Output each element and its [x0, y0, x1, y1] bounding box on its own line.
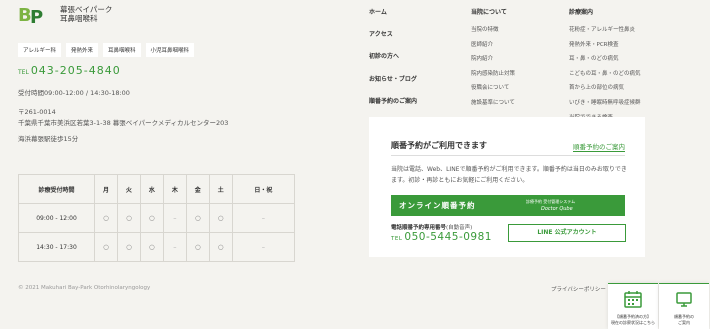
nav-medical-item[interactable]: こどもの耳・鼻・のどの病気 [569, 69, 641, 77]
schedule-header: 土 [208, 174, 233, 204]
nav-first-visit[interactable]: 初診の方へ [369, 51, 417, 60]
footer-nav-main: ホーム アクセス 初診の方へ お知らせ・ブログ 順番予約のご案内 [369, 7, 417, 118]
schedule-cell: – [162, 203, 187, 233]
reservation-description: 当院は電話、Web、LINEで順番予約がご利用できます。順番予約は当日のみお取り… [391, 166, 627, 184]
floating-label: 【順番予約済の方】 [615, 314, 651, 319]
schedule-cell: – [162, 232, 187, 262]
schedule-header: 診療受付時間 [18, 174, 95, 204]
reservation-guide-link[interactable]: 順番予約のご案内 [573, 141, 625, 152]
reservation-card: 順番予約がご利用できます 順番予約のご案内 当院は電話、Web、LINEで順番予… [369, 117, 645, 257]
copyright: © 2021 Makuhari Bay-Park Otorhinolaryngo… [18, 285, 151, 291]
schedule-cell: ○ [94, 203, 118, 233]
table-row: 14:30 - 17:30 ○ ○ ○ – ○ ○ – [18, 232, 296, 262]
schedule-cell: – [231, 232, 296, 262]
site-logo[interactable]: BP 幕張ベイパーク 耳鼻咽喉科 [18, 5, 112, 28]
logo-dept: 耳鼻咽喉科 [60, 14, 98, 23]
floating-label: 順番予約の [674, 314, 694, 319]
online-reservation-banner[interactable]: オンライン順番予約 診療予約 受付管理システム Doctor Qube [391, 195, 625, 216]
clinic-tel[interactable]: TEL 043-205-4840 [18, 64, 121, 77]
schedule-header: 金 [185, 174, 210, 204]
clinic-address: 〒261-0014 千葉県千葉市美浜区若葉3-1-38 幕張ベイパークメディカル… [18, 107, 228, 129]
nav-about-item[interactable]: 院内感染防止対策 [471, 69, 515, 77]
logo-mark: BP [18, 5, 44, 28]
nav-news[interactable]: お知らせ・ブログ [369, 74, 417, 83]
nav-about-item[interactable]: 当院の特徴 [471, 25, 515, 33]
floating-label: ご案内 [678, 320, 690, 326]
nav-about-item[interactable]: 施設基準について [471, 98, 515, 106]
postal-code: 〒261-0014 [18, 108, 56, 116]
footer-nav-about: 当院について 当院の特徴 医師紹介 院内紹介 院内感染防止対策 役職会について … [471, 7, 515, 113]
schedule-cell: – [231, 203, 296, 233]
schedule-time: 09:00 - 12:00 [18, 203, 95, 233]
schedule-cell: ○ [185, 203, 210, 233]
nav-medical-item[interactable]: いびき・睡眠時無呼吸症候群 [569, 98, 641, 106]
divider [391, 155, 625, 156]
chip-fever: 発熱外来 [66, 43, 99, 57]
banner-brand: Doctor Qube [541, 206, 573, 212]
schedule-header: 日・祝 [231, 174, 296, 204]
line-official-button[interactable]: LINE 公式アカウント [508, 224, 626, 242]
schedule-time: 14:30 - 17:30 [18, 232, 95, 262]
schedule-cell: ○ [139, 232, 164, 262]
schedule-header: 木 [162, 174, 187, 204]
schedule-header-row: 診療受付時間 月 火 水 木 金 土 日・祝 [18, 174, 296, 204]
schedule-table: 診療受付時間 月 火 水 木 金 土 日・祝 09:00 - 12:00 ○ ○… [18, 174, 296, 262]
department-chips: アレルギー科 発熱外来 耳鼻咽喉科 小児耳鼻咽喉科 [18, 43, 195, 57]
floating-label: 現在の診察状況はこちら [611, 320, 655, 326]
nav-about-title[interactable]: 当院について [471, 7, 515, 16]
nav-medical-title[interactable]: 診療案内 [569, 7, 641, 16]
schedule-header: 月 [94, 174, 118, 204]
reservation-title: 順番予約がご利用できます [391, 141, 487, 150]
current-status-button[interactable]: 【順番予約済の方】 現在の診察状況はこちら [608, 283, 658, 329]
nav-medical-item[interactable]: 耳・鼻・のどの病気 [569, 54, 641, 62]
schedule-cell: ○ [116, 203, 141, 233]
nav-medical-item[interactable]: 首から上の部位の病気 [569, 83, 641, 91]
schedule-cell: ○ [208, 203, 233, 233]
reservation-tel-label: 電話順番予約専用番号(自動音声) [391, 225, 473, 231]
reservation-guide-button[interactable]: 順番予約の ご案内 [659, 283, 709, 329]
chip-pediatric-ent: 小児耳鼻咽喉科 [145, 43, 195, 57]
nav-about-item[interactable]: 院内紹介 [471, 54, 515, 62]
nav-reservation[interactable]: 順番予約のご案内 [369, 96, 417, 105]
banner-title: オンライン順番予約 [399, 201, 476, 210]
chip-allergy: アレルギー科 [18, 43, 62, 57]
address-line: 千葉県千葉市美浜区若葉3-1-38 幕張ベイパークメディカルセンター203 [18, 119, 229, 128]
privacy-policy-link[interactable]: プライバシーポリシー [551, 285, 606, 293]
nav-about-item[interactable]: 役職会について [471, 83, 515, 91]
schedule-cell: ○ [185, 232, 210, 262]
schedule-cell: ○ [139, 203, 164, 233]
schedule-cell: ○ [94, 232, 118, 262]
table-row: 09:00 - 12:00 ○ ○ ○ – ○ ○ – [18, 203, 296, 233]
calendar-icon [624, 291, 642, 308]
schedule-header: 火 [116, 174, 141, 204]
schedule-cell: ○ [208, 232, 233, 262]
station-access: 海浜幕張駅徒歩15分 [18, 135, 79, 143]
nav-medical-item[interactable]: 発熱外来・PCR検査 [569, 40, 641, 48]
footer-nav-medical: 診療案内 花粉症・アレルギー性鼻炎 発熱外来・PCR検査 耳・鼻・のどの病気 こ… [569, 7, 641, 127]
reservation-tel[interactable]: TEL 050-5445-0981 [391, 231, 492, 243]
schedule-header: 水 [139, 174, 164, 204]
nav-about-item[interactable]: 医師紹介 [471, 40, 515, 48]
nav-medical-item[interactable]: 花粉症・アレルギー性鼻炎 [569, 25, 641, 33]
schedule-cell: ○ [116, 232, 141, 262]
reception-hours: 受付時間09:00-12:00 / 14:30-18:00 [18, 89, 130, 97]
banner-subtitle: 診療予約 受付管理システム [526, 199, 576, 204]
chip-ent: 耳鼻咽喉科 [103, 43, 141, 57]
monitor-icon [676, 292, 692, 307]
nav-access[interactable]: アクセス [369, 29, 417, 38]
nav-home[interactable]: ホーム [369, 7, 417, 16]
